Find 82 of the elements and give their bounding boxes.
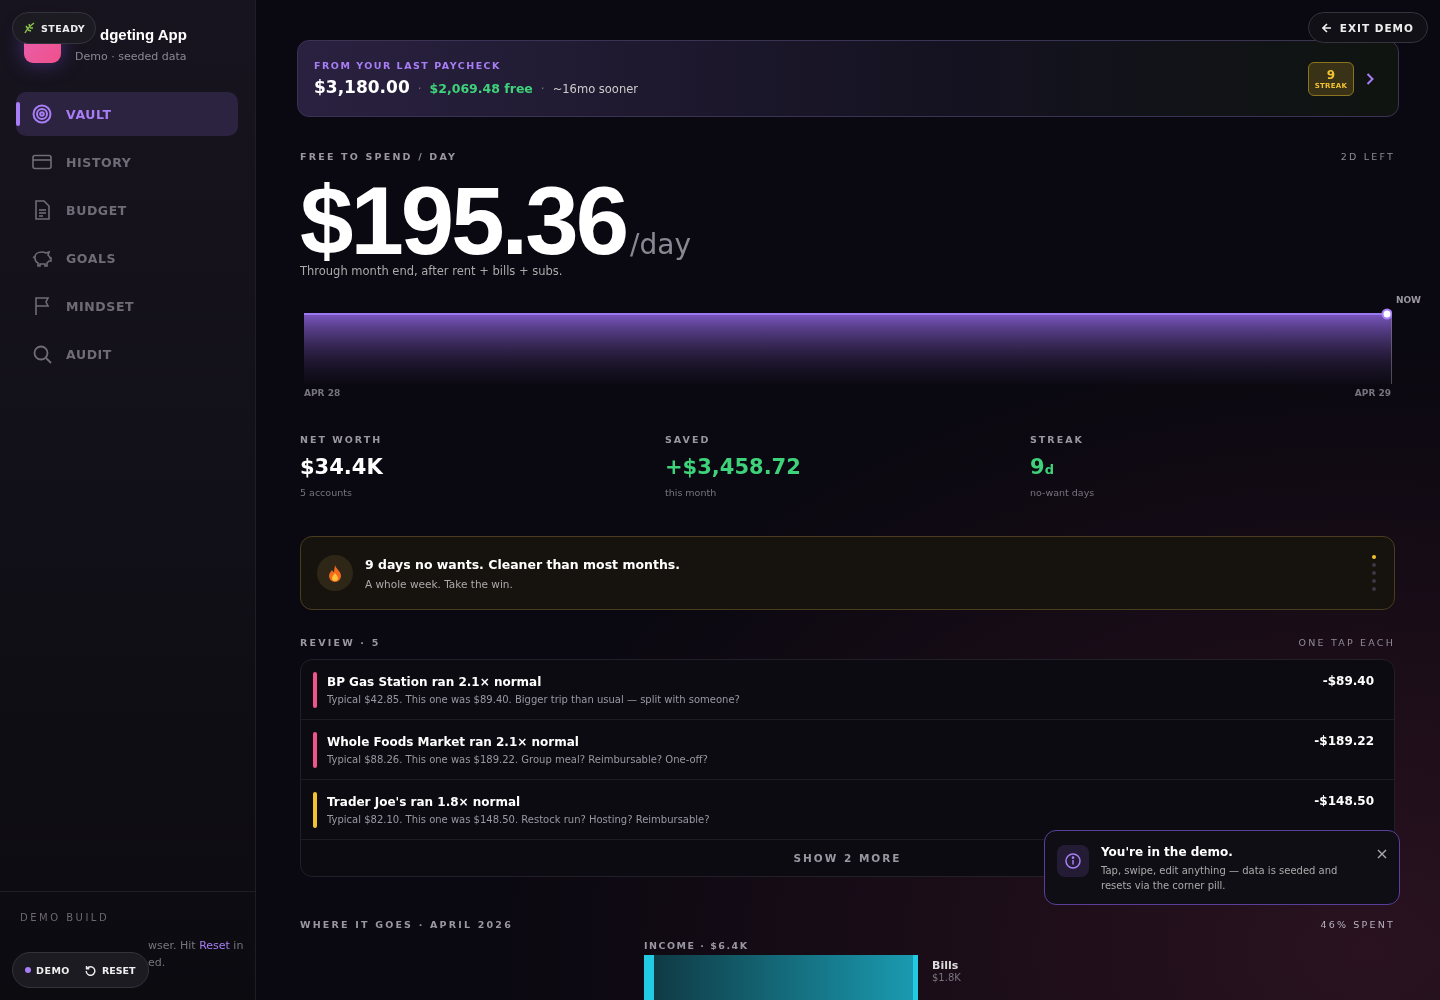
review-text: Typical $42.85. This one was $89.40. Bigger trip than usual — split with someone?: [327, 693, 741, 705]
demo-note: wser. Hit Reset in: [148, 938, 244, 954]
stat-label: NET WORTH: [300, 434, 384, 445]
nav-item[interactable]: AUDIT: [16, 332, 238, 376]
review-title: Whole Foods Market ran 2.1× normal: [327, 734, 580, 749]
section-heading: WHERE IT GOES · APRIL 2026: [300, 919, 513, 930]
review-text: Typical $82.10. This one was $148.50. Restock run? Hosting? Reimbursable?: [327, 813, 711, 825]
document-icon: [34, 200, 50, 220]
stat-value: $34.4K: [300, 455, 384, 479]
search-icon: [32, 344, 52, 364]
reset-button[interactable]: RESET: [84, 964, 136, 976]
chevron-right-icon[interactable]: [1366, 72, 1374, 85]
leaf-icon: [23, 22, 35, 34]
flow-amount: $1.8K: [932, 972, 961, 983]
mood-pill[interactable]: STEADY: [12, 12, 97, 44]
stat-value: 9d: [1030, 455, 1055, 479]
review-amount: -$89.40: [1322, 674, 1374, 688]
review-amount: -$189.22: [1314, 734, 1374, 748]
credit-card-icon: [32, 154, 52, 170]
section-heading: FREE TO SPEND / DAY: [300, 151, 458, 162]
reset-link[interactable]: Reset: [199, 939, 230, 952]
status-dot: [25, 967, 31, 973]
section-heading: REVIEW · 5: [300, 637, 381, 648]
review-title: BP Gas Station ran 2.1× normal: [327, 674, 543, 689]
close-icon[interactable]: [1377, 849, 1387, 859]
page-dot[interactable]: [1372, 571, 1376, 575]
section-heading: DEMO BUILD: [20, 912, 111, 923]
review-row[interactable]: Whole Foods Market ran 2.1× normal Typical $88.26. This one was $189.22. Group meal? Reimbursable? One-off? -$189.22: [301, 720, 1394, 780]
daily-amount: $195.36: [300, 176, 626, 266]
toast-title: You're in the demo.: [1101, 845, 1234, 859]
spent-percent: 46% SPENT: [1320, 919, 1395, 930]
app-title: dgeting App: [100, 26, 187, 43]
stat-value: +$3,458.72: [665, 455, 802, 479]
demo-label: DEMO: [36, 964, 70, 976]
free-amount: $2,069.48 free: [429, 81, 533, 96]
stat-note: no-want days: [1030, 487, 1096, 498]
days-left: 2D LEFT: [1340, 151, 1395, 162]
amount-unit: /day: [630, 228, 691, 261]
flag-icon: [34, 296, 50, 316]
nav-item[interactable]: BUDGET: [16, 188, 238, 232]
flow-label: Bills: [932, 959, 960, 972]
section-hint: ONE TAP EACH: [1298, 637, 1395, 648]
separator-dot: ·: [540, 82, 545, 96]
mood-label: STEADY: [41, 22, 86, 34]
nav-item[interactable]: GOALS: [16, 236, 238, 280]
arrow-left-icon: [1321, 22, 1332, 33]
page-dot[interactable]: [1372, 563, 1376, 567]
app-subtitle: Demo · seeded data: [75, 49, 187, 63]
toast-text: Tap, swipe, edit anything — data is seeded and resets via the corner pill.: [1101, 864, 1339, 893]
review-amount: -$148.50: [1314, 794, 1374, 808]
nav-item[interactable]: MINDSET: [16, 284, 238, 328]
stat-label: SAVED: [665, 434, 712, 445]
review-text: Typical $88.26. This one was $189.22. Group meal? Reimbursable? One-off?: [327, 753, 709, 765]
exit-demo-button[interactable]: EXIT DEMO: [1307, 12, 1428, 43]
insight-text: A whole week. Take the win.: [365, 577, 514, 590]
insight-title: 9 days no wants. Cleaner than most months.: [365, 556, 681, 572]
banner-heading: FROM YOUR LAST PAYCHECK: [314, 60, 502, 71]
paycheck-amount: $3,180.00: [314, 77, 410, 97]
piggy-bank-icon: [32, 249, 52, 267]
stat-note: this month: [665, 487, 718, 498]
page-dot[interactable]: [1372, 579, 1376, 583]
flame-icon: [328, 564, 342, 582]
axis-label: APR 29: [1354, 388, 1391, 398]
amount-note: Through month end, after rent + bills + subs.: [300, 264, 564, 278]
separator-dot: ·: [417, 82, 422, 96]
income-label: INCOME · $6.4K: [644, 940, 749, 951]
nav-item[interactable]: VAULT: [16, 92, 238, 136]
target-icon: [32, 104, 52, 124]
info-icon: [1065, 853, 1081, 869]
review-row[interactable]: BP Gas Station ran 2.1× normal Typical $42.85. This one was $89.40. Bigger trip than usual — split with someone? -$89.40: [301, 660, 1394, 720]
stat-label: STREAK: [1030, 434, 1085, 445]
page-dot[interactable]: [1372, 587, 1376, 591]
review-title: Trader Joe's ran 1.8× normal: [327, 794, 522, 809]
payoff-estimate: ~16mo sooner: [552, 82, 638, 96]
demo-note: ed.: [148, 955, 166, 971]
axis-label: APR 28: [304, 388, 341, 398]
streak-count: 9: [1326, 67, 1336, 82]
nav-item[interactable]: HISTORY: [16, 140, 238, 184]
page-dot[interactable]: [1372, 555, 1376, 559]
now-label: NOW: [1395, 295, 1421, 305]
reset-icon: [84, 964, 96, 976]
stat-note: 5 accounts: [300, 487, 353, 498]
